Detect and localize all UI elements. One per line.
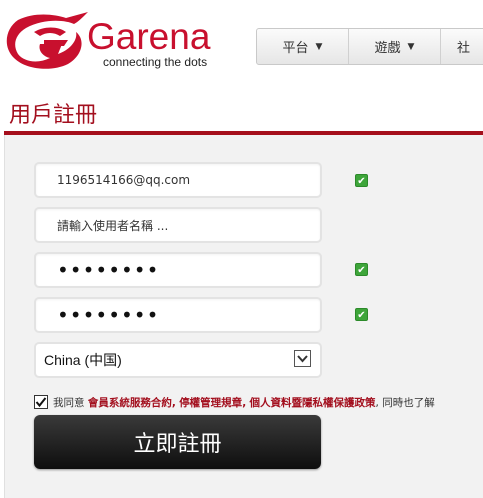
garena-logo-icon[interactable] [4, 10, 90, 72]
rules-link[interactable]: 停權管理規章 [179, 397, 242, 409]
confirm-password-valid-check-icon: ✔ [355, 308, 368, 321]
page-title: 用戶註冊 [9, 103, 98, 128]
agreement-separator: , [171, 397, 176, 409]
caret-down-icon: ▼ [315, 41, 323, 52]
password-field[interactable]: •••••••• [34, 252, 322, 288]
register-button[interactable]: 立即註冊 [34, 415, 321, 469]
agreement-text: 我同意 會員系統服務合約, 停權管理規章, 個人資料暨隱私權保護政策, 同時也了… [53, 395, 483, 411]
agreement-suffix: , 同時也了解 [375, 397, 435, 409]
confirm-password-field[interactable]: •••••••• [34, 297, 322, 333]
top-nav: 平台 ▼ 遊戲 ▼ 社 [256, 28, 483, 65]
checkmark-icon [35, 397, 47, 408]
agreement-prefix: 我同意 [53, 397, 85, 409]
nav-item-label: 遊戲 [374, 41, 401, 56]
country-select[interactable]: China (中国) [34, 342, 322, 378]
email-valid-check-icon: ✔ [355, 174, 368, 187]
chevron-down-icon[interactable] [294, 350, 311, 367]
caret-down-icon: ▼ [407, 41, 415, 52]
nav-item-platform[interactable]: 平台 ▼ [257, 29, 349, 64]
agree-checkbox[interactable] [34, 395, 48, 409]
username-field[interactable]: 請輸入使用者名稱 ... [34, 207, 322, 243]
terms-link[interactable]: 會員系統服務合約 [88, 397, 172, 409]
nav-item-community[interactable]: 社 [441, 29, 483, 64]
country-select-value: China (中国) [44, 352, 122, 368]
nav-item-label: 平台 [282, 41, 309, 56]
nav-item-label: 社 [457, 41, 471, 56]
privacy-link[interactable]: 個人資料暨隱私權保護政策 [250, 397, 376, 409]
brand-name[interactable]: Garena [87, 18, 210, 55]
site-header: Garena connecting the dots 平台 ▼ 遊戲 ▼ 社 [0, 0, 483, 82]
password-valid-check-icon: ✔ [355, 263, 368, 276]
email-field[interactable]: 1196514166@qq.com [34, 162, 322, 198]
agreement-separator: , [242, 397, 247, 409]
brand-tagline: connecting the dots [103, 55, 208, 69]
nav-item-games[interactable]: 遊戲 ▼ [349, 29, 441, 64]
